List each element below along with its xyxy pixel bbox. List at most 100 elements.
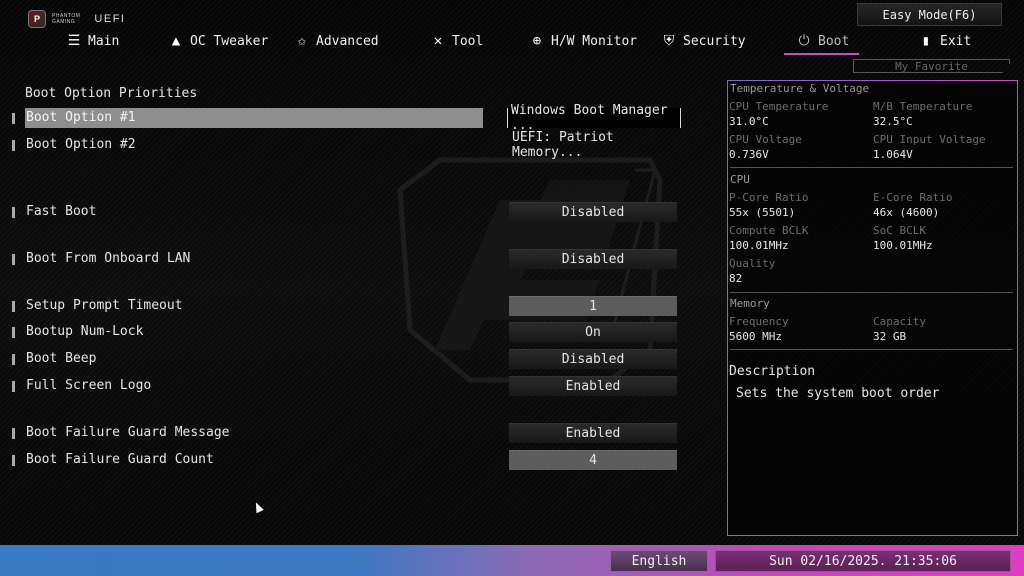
divider: [730, 349, 1013, 350]
exit-door-icon: ▮: [921, 33, 931, 49]
setting-row-boot-failure-guard-message[interactable]: Boot Failure Guard Message Enabled: [0, 423, 700, 444]
setting-row-boot-from-onboard-lan[interactable]: Boot From Onboard LAN Disabled: [0, 249, 700, 270]
setting-row-boot-option-2[interactable]: Boot Option #2 UEFI: Patriot Memory...: [0, 130, 700, 160]
mb-temp-value: 32.5°C: [873, 115, 913, 128]
memory-capacity-label: Capacity: [873, 315, 926, 328]
tab-hw-monitor-label: H/W Monitor: [551, 33, 638, 49]
memory-capacity-value: 32 GB: [873, 330, 907, 343]
setting-value[interactable]: UEFI: Patriot Memory...: [509, 130, 677, 160]
soc-bclk-label: SoC BCLK: [873, 224, 926, 237]
row-bullet: [12, 455, 15, 466]
tab-oc-tweaker-label: OC Tweaker: [190, 33, 269, 49]
brand-line2: GAMING: [52, 19, 76, 25]
setting-value[interactable]: Disabled: [509, 349, 677, 369]
setting-value[interactable]: Disabled: [509, 202, 677, 222]
tab-main[interactable]: ☰ Main: [66, 30, 120, 52]
easy-mode-button[interactable]: Easy Mode(F6): [857, 3, 1002, 26]
shield-icon: ⛨: [663, 33, 675, 49]
memory-frequency-label: Frequency: [729, 315, 789, 328]
row-bullet: [12, 113, 15, 124]
tab-advanced[interactable]: ✩ Advanced: [294, 30, 379, 52]
setting-label: Boot Beep: [26, 351, 97, 366]
setting-label: Fast Boot: [26, 204, 97, 219]
tab-exit-label: Exit: [940, 33, 972, 49]
cpu-temp-value: 31.0°C: [729, 115, 769, 128]
tab-security-label: Security: [683, 33, 746, 49]
memory-heading: Memory: [730, 297, 770, 310]
mouse-cursor-icon: [252, 500, 264, 514]
tools-icon: ✕: [433, 33, 443, 49]
phantom-gaming-logo-icon: P: [28, 10, 46, 28]
tab-hw-monitor[interactable]: ⊕ H/W Monitor: [529, 30, 637, 52]
compute-bclk-value: 100.01MHz: [729, 239, 789, 252]
description-text: Sets the system boot order: [736, 386, 940, 401]
setting-value[interactable]: On: [509, 322, 677, 342]
setting-label: Boot Failure Guard Message: [26, 425, 230, 440]
compute-bclk-label: Compute BCLK: [729, 224, 809, 237]
mb-temp-label: M/B Temperature: [873, 100, 973, 113]
setting-label: Setup Prompt Timeout: [26, 298, 183, 313]
row-bullet: [12, 354, 15, 365]
cpu-temp-label: CPU Temperature: [729, 100, 829, 113]
quality-value: 82: [729, 272, 743, 285]
setting-row-fast-boot[interactable]: Fast Boot Disabled: [0, 202, 700, 223]
cpu-input-voltage-label: CPU Input Voltage: [873, 133, 986, 146]
section-title: Boot Option Priorities: [25, 86, 198, 101]
ecore-ratio-value: 46x (4600): [873, 206, 940, 219]
tab-advanced-label: Advanced: [316, 33, 379, 49]
language-button[interactable]: English: [610, 550, 708, 572]
brand-logo: P PHANTOM GAMING UEFI: [28, 10, 125, 28]
tab-tool[interactable]: ✕ Tool: [430, 30, 484, 52]
row-bullet: [12, 254, 15, 265]
datetime-display: Sun 02/16/2025. 21:35:06: [715, 550, 1011, 572]
setting-value-input[interactable]: 1: [509, 296, 677, 316]
row-bullet: [12, 428, 15, 439]
setting-row-setup-prompt-timeout[interactable]: Setup Prompt Timeout 1: [0, 296, 700, 317]
cpu-heading: CPU: [730, 173, 750, 186]
setting-row-boot-failure-guard-count[interactable]: Boot Failure Guard Count 4: [0, 450, 700, 471]
setting-row-boot-beep[interactable]: Boot Beep Disabled: [0, 349, 700, 370]
list-icon: ☰: [67, 33, 81, 49]
tab-security[interactable]: ⛨ Security: [661, 30, 746, 52]
setting-label: Boot Option #1: [26, 110, 136, 125]
tab-main-label: Main: [88, 33, 120, 49]
row-bullet: [12, 381, 15, 392]
tab-oc-tweaker[interactable]: ▲ OC Tweaker: [168, 30, 269, 52]
divider: [730, 167, 1013, 168]
row-bullet: [12, 140, 15, 151]
tab-tool-label: Tool: [452, 33, 484, 49]
setting-value[interactable]: Enabled: [509, 423, 677, 443]
memory-frequency-value: 5600 MHz: [729, 330, 782, 343]
pcore-ratio-value: 55x (5501): [729, 206, 796, 219]
quality-label: Quality: [729, 257, 776, 270]
row-bullet: [12, 327, 15, 338]
setting-row-bootup-num-lock[interactable]: Bootup Num-Lock On: [0, 322, 700, 343]
my-favorite-button[interactable]: My Favorite: [853, 59, 1010, 73]
setting-row-full-screen-logo[interactable]: Full Screen Logo Enabled: [0, 376, 700, 397]
pcore-ratio-label: P-Core Ratio: [729, 191, 809, 204]
star-icon: ✩: [297, 33, 307, 49]
rocket-icon: ▲: [171, 33, 181, 49]
monitor-gauge-icon: ⊕: [532, 33, 542, 49]
setting-label: Full Screen Logo: [26, 378, 152, 393]
tab-exit[interactable]: ▮ Exit: [918, 30, 972, 52]
setting-row-boot-option-1[interactable]: Boot Option #1 Windows Boot Manager ...: [0, 103, 700, 133]
brand-text: PHANTOM GAMING: [52, 13, 80, 25]
setting-value[interactable]: Enabled: [509, 376, 677, 396]
cpu-voltage-value: 0.736V: [729, 148, 769, 161]
setting-value[interactable]: Windows Boot Manager ...: [507, 103, 681, 133]
setting-label: Bootup Num-Lock: [26, 324, 144, 339]
cpu-voltage-label: CPU Voltage: [729, 133, 802, 146]
description-heading: Description: [729, 364, 816, 379]
setting-label: Boot Failure Guard Count: [26, 452, 214, 467]
temp-voltage-heading: Temperature & Voltage: [730, 82, 870, 95]
divider: [730, 292, 1013, 293]
ecore-ratio-label: E-Core Ratio: [873, 191, 953, 204]
tab-boot-label: Boot: [818, 33, 850, 49]
setting-value[interactable]: Disabled: [509, 249, 677, 269]
top-nav: ☰ Main ▲ OC Tweaker ✩ Advanced ✕ Tool ⊕ …: [0, 30, 1024, 55]
power-icon: ⏻: [798, 33, 810, 49]
tab-boot[interactable]: ⏻ Boot: [783, 30, 860, 55]
soc-bclk-value: 100.01MHz: [873, 239, 933, 252]
setting-value-input[interactable]: 4: [509, 450, 677, 470]
